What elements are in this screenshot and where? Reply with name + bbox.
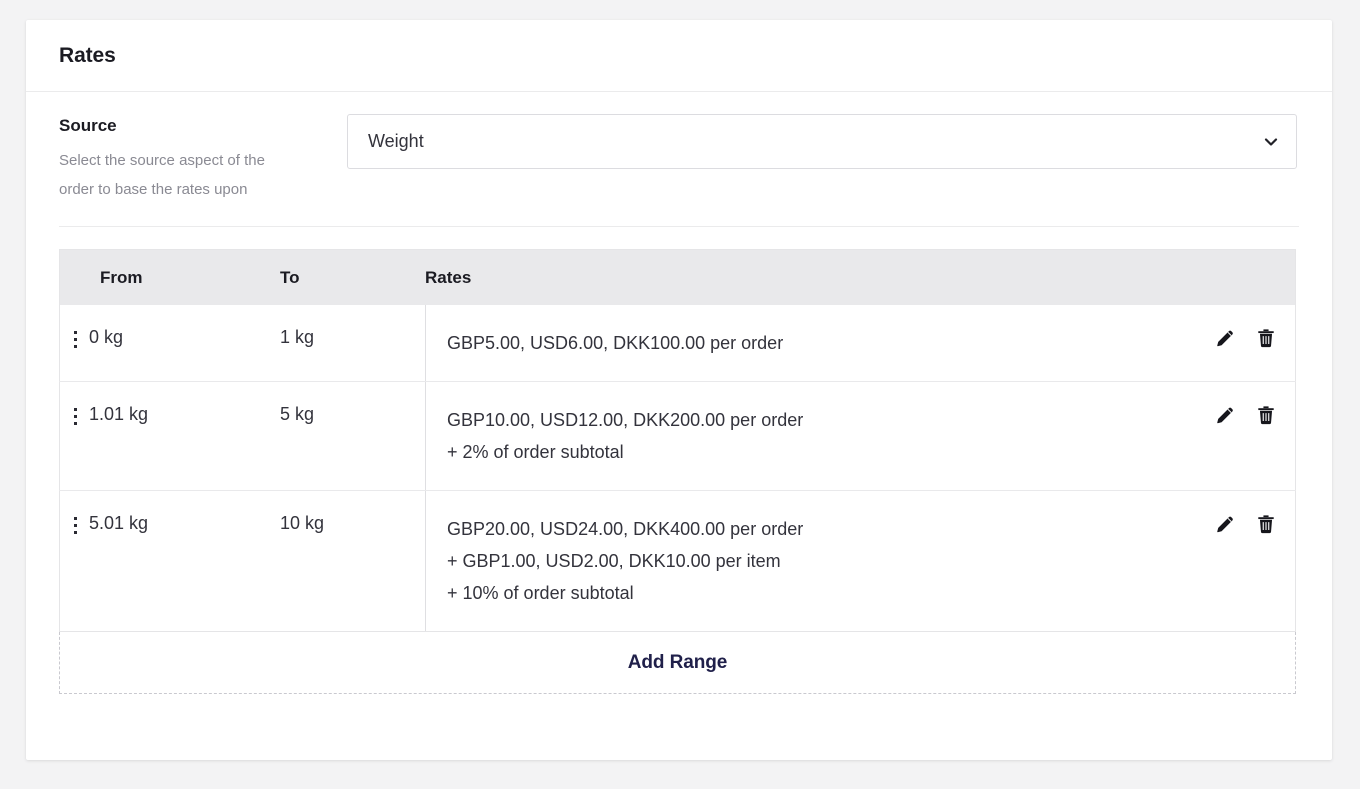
- range-from-value: 5.01 kg: [89, 513, 148, 534]
- rate-line: GBP5.00, USD6.00, DKK100.00 per order: [447, 327, 1185, 359]
- range-from-value: 0 kg: [89, 327, 123, 348]
- pencil-icon[interactable]: [1214, 404, 1236, 426]
- drag-handle-icon[interactable]: [74, 404, 77, 425]
- add-range-button[interactable]: Add Range: [59, 632, 1296, 694]
- source-control-column: Weight: [347, 114, 1299, 226]
- trash-icon[interactable]: [1255, 327, 1277, 349]
- rates-card: Rates Source Select the source aspect of…: [26, 20, 1332, 760]
- pencil-icon[interactable]: [1214, 513, 1236, 535]
- column-header-actions: [1185, 250, 1296, 306]
- source-label: Source: [59, 114, 327, 138]
- drag-handle-icon[interactable]: [74, 327, 77, 348]
- source-field-row: Source Select the source aspect of the o…: [59, 92, 1299, 227]
- source-select[interactable]: Weight: [347, 114, 1297, 169]
- card-body: Source Select the source aspect of the o…: [26, 92, 1332, 694]
- cell-actions: [1185, 382, 1296, 491]
- table-row: 0 kg 1 kg GBP5.00, USD6.00, DKK100.00 pe…: [60, 305, 1296, 382]
- table-header-row: From To Rates: [60, 250, 1296, 306]
- trash-icon[interactable]: [1255, 513, 1277, 535]
- drag-handle-icon[interactable]: [74, 513, 77, 534]
- range-from-value: 1.01 kg: [89, 404, 148, 425]
- column-header-to: To: [280, 250, 425, 306]
- rates-table: From To Rates 0 kg: [59, 249, 1296, 632]
- cell-from: 0 kg: [60, 305, 281, 382]
- add-range-label: Add Range: [628, 652, 727, 674]
- rate-line: GBP10.00, USD12.00, DKK200.00 per order: [447, 404, 1185, 436]
- cell-from: 1.01 kg: [60, 382, 281, 491]
- card-header: Rates: [26, 20, 1332, 92]
- cell-to: 10 kg: [280, 491, 425, 632]
- rate-line: + 2% of order subtotal: [447, 436, 1185, 468]
- rates-table-head: From To Rates: [60, 250, 1296, 306]
- cell-rates: GBP20.00, USD24.00, DKK400.00 per order …: [425, 491, 1185, 632]
- table-row: 1.01 kg 5 kg GBP10.00, USD12.00, DKK200.…: [60, 382, 1296, 491]
- rate-line: + 10% of order subtotal: [447, 577, 1185, 609]
- trash-icon[interactable]: [1255, 404, 1277, 426]
- cell-actions: [1185, 305, 1296, 382]
- rate-line: GBP20.00, USD24.00, DKK400.00 per order: [447, 513, 1185, 545]
- range-to-value: 1 kg: [280, 327, 314, 347]
- cell-from: 5.01 kg: [60, 491, 281, 632]
- source-help-text: Select the source aspect of the order to…: [59, 146, 294, 204]
- page-title: Rates: [59, 44, 116, 68]
- source-label-column: Source Select the source aspect of the o…: [59, 114, 347, 226]
- cell-rates: GBP10.00, USD12.00, DKK200.00 per order …: [425, 382, 1185, 491]
- column-header-rates: Rates: [425, 250, 1185, 306]
- source-select-wrap: Weight: [347, 114, 1297, 169]
- range-to-value: 10 kg: [280, 513, 324, 533]
- cell-actions: [1185, 491, 1296, 632]
- table-row: 5.01 kg 10 kg GBP20.00, USD24.00, DKK400…: [60, 491, 1296, 632]
- rate-line: + GBP1.00, USD2.00, DKK10.00 per item: [447, 545, 1185, 577]
- cell-rates: GBP5.00, USD6.00, DKK100.00 per order: [425, 305, 1185, 382]
- pencil-icon[interactable]: [1214, 327, 1236, 349]
- rates-table-zone: From To Rates 0 kg: [59, 227, 1299, 694]
- cell-to: 5 kg: [280, 382, 425, 491]
- range-to-value: 5 kg: [280, 404, 314, 424]
- source-select-value: Weight: [368, 131, 424, 152]
- cell-to: 1 kg: [280, 305, 425, 382]
- column-header-from: From: [60, 250, 281, 306]
- rates-table-body: 0 kg 1 kg GBP5.00, USD6.00, DKK100.00 pe…: [60, 305, 1296, 632]
